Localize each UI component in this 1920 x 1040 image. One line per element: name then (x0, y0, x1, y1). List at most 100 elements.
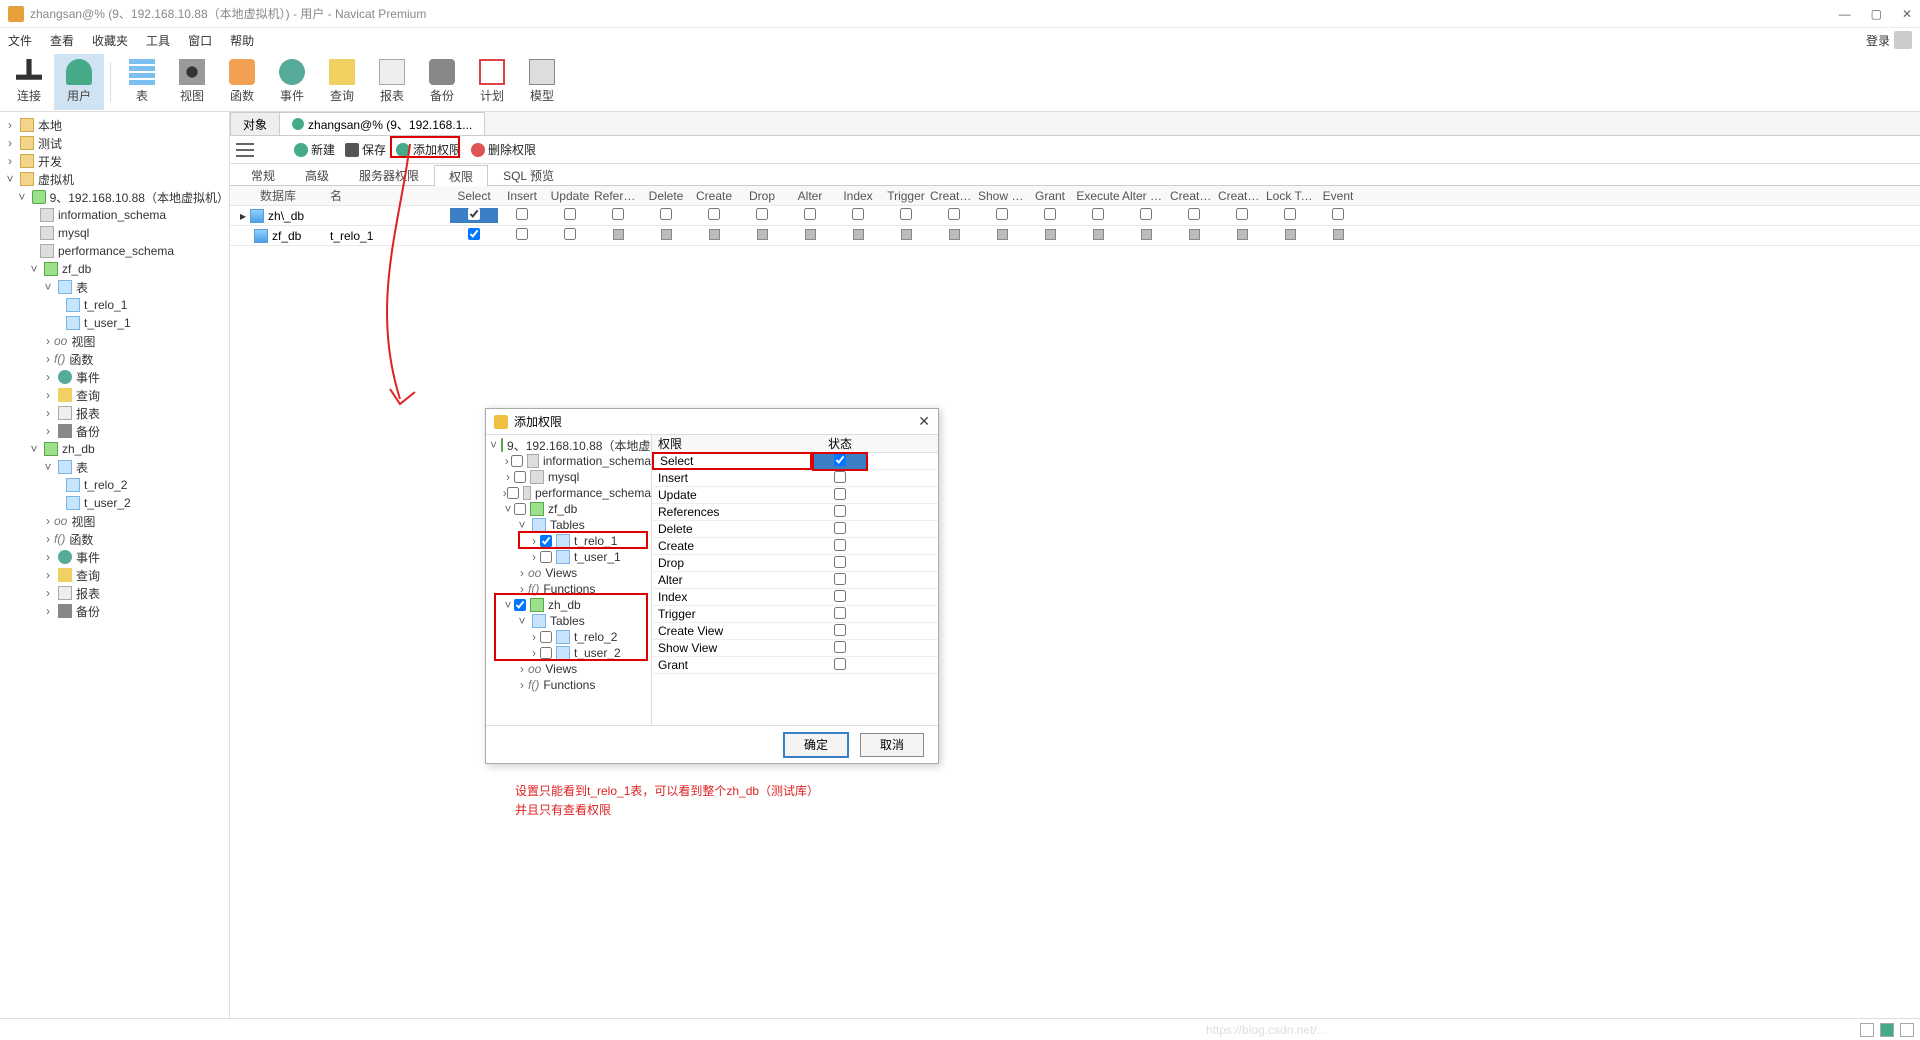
priv-checkbox[interactable] (901, 229, 912, 240)
priv-checkbox[interactable] (468, 228, 480, 240)
maximize-button[interactable]: ▢ (1871, 7, 1882, 21)
priv-checkbox[interactable] (516, 208, 528, 220)
tool-backup[interactable]: 备份 (417, 54, 467, 110)
dlg-db-check[interactable] (514, 599, 526, 611)
grid-header[interactable]: Execute (1074, 189, 1122, 203)
tree-table[interactable]: t_relo_2 (84, 478, 127, 492)
priv-checkbox[interactable] (660, 208, 672, 220)
priv-checkbox[interactable] (1188, 208, 1200, 220)
menu-file[interactable]: 文件 (8, 32, 32, 49)
tree-db[interactable]: information_schema (58, 208, 166, 222)
dlg-priv-checkbox[interactable] (834, 573, 846, 585)
avatar-icon[interactable] (1894, 31, 1912, 49)
priv-checkbox[interactable] (997, 229, 1008, 240)
dlg-priv-row[interactable]: Insert (652, 470, 938, 487)
grid-header[interactable]: Drop (738, 189, 786, 203)
priv-checkbox[interactable] (1141, 229, 1152, 240)
tab-user[interactable]: zhangsan@% (9、192.168.1... (279, 112, 485, 135)
tree-backup[interactable]: 备份 (76, 423, 100, 440)
dlg-priv-checkbox[interactable] (834, 471, 846, 483)
dlg-db-check[interactable] (507, 487, 519, 499)
dlg-tree-root[interactable]: 9、192.168.10.88（本地虚拟机） (507, 437, 652, 454)
priv-checkbox[interactable] (1189, 229, 1200, 240)
dialog-cancel-button[interactable]: 取消 (860, 733, 924, 757)
priv-checkbox[interactable] (1140, 208, 1152, 220)
tree-query[interactable]: 查询 (76, 387, 100, 404)
grid-header[interactable]: Alter Rout (1122, 189, 1170, 203)
dlg-priv-row[interactable]: Drop (652, 555, 938, 572)
priv-checkbox[interactable] (804, 208, 816, 220)
dialog-close-button[interactable]: ✕ (918, 413, 930, 430)
grid-header[interactable]: Create Ro (1170, 189, 1218, 203)
tree-vm[interactable]: 虚拟机 (38, 171, 74, 188)
priv-checkbox[interactable] (708, 208, 720, 220)
grid-row[interactable]: zf_dbt_relo_1 (230, 226, 1920, 246)
dlg-priv-row[interactable]: References (652, 504, 938, 521)
grid-header[interactable]: Reference (594, 189, 642, 203)
tree-events[interactable]: 事件 (76, 369, 100, 386)
tree-zfdb[interactable]: zf_db (62, 262, 91, 276)
hamburger-icon[interactable] (236, 143, 254, 157)
minimize-button[interactable]: — (1839, 7, 1851, 21)
tree-table[interactable]: t_user_1 (84, 316, 131, 330)
priv-checkbox[interactable] (1093, 229, 1104, 240)
menu-tools[interactable]: 工具 (146, 32, 170, 49)
priv-checkbox[interactable] (757, 229, 768, 240)
priv-checkbox[interactable] (1236, 208, 1248, 220)
dlg-priv-checkbox[interactable] (834, 454, 846, 466)
tree-views[interactable]: 视图 (71, 513, 95, 530)
grid-header[interactable]: Update (546, 189, 594, 203)
grid-header[interactable]: 名 (330, 187, 450, 204)
priv-checkbox[interactable] (564, 208, 576, 220)
tool-query[interactable]: 查询 (317, 54, 367, 110)
connection-tree[interactable]: ›本地 ›测试 ›开发 ˅虚拟机 ˅9、192.168.10.88（本地虚拟机）… (0, 112, 230, 1018)
dlg-db-check[interactable] (514, 471, 526, 483)
grid-header[interactable]: Insert (498, 189, 546, 203)
priv-checkbox[interactable] (709, 229, 720, 240)
status-icon[interactable] (1880, 1023, 1894, 1037)
grid-header[interactable]: Trigger (882, 189, 930, 203)
dlg-priv-row[interactable]: Alter (652, 572, 938, 589)
dlg-table-check[interactable] (540, 535, 552, 547)
grid-header[interactable]: Lock Tabl (1266, 189, 1314, 203)
grid-header[interactable]: 数据库 (230, 187, 330, 204)
dlg-priv-row[interactable]: Show View (652, 640, 938, 657)
menu-fav[interactable]: 收藏夹 (92, 32, 128, 49)
grid-header[interactable]: Delete (642, 189, 690, 203)
add-privilege-button[interactable]: 添加权限 (396, 141, 461, 158)
subtab-general[interactable]: 常规 (236, 164, 290, 185)
dlg-priv-row[interactable]: Create (652, 538, 938, 555)
dlg-priv-checkbox[interactable] (834, 556, 846, 568)
grid-header[interactable]: Create Tr (1218, 189, 1266, 203)
priv-checkbox[interactable] (564, 228, 576, 240)
tool-user[interactable]: 用户 (54, 54, 104, 110)
grid-row[interactable]: ▸zh\_db (230, 206, 1920, 226)
tree-query[interactable]: 查询 (76, 567, 100, 584)
tree-fn[interactable]: 函数 (69, 351, 93, 368)
menu-window[interactable]: 窗口 (188, 32, 212, 49)
dlg-db-check[interactable] (511, 455, 523, 467)
priv-checkbox[interactable] (613, 229, 624, 240)
subtab-sqlpreview[interactable]: SQL 预览 (488, 164, 569, 185)
tree-tables[interactable]: 表 (76, 279, 88, 296)
dlg-table-check[interactable] (540, 551, 552, 563)
tool-schedule[interactable]: 计划 (467, 54, 517, 110)
dialog-tree[interactable]: ˅9、192.168.10.88（本地虚拟机） ›information_sch… (486, 435, 652, 725)
status-icon[interactable] (1900, 1023, 1914, 1037)
priv-checkbox[interactable] (516, 228, 528, 240)
tool-event[interactable]: 事件 (267, 54, 317, 110)
dlg-priv-row[interactable]: Trigger (652, 606, 938, 623)
tree-table[interactable]: t_user_2 (84, 496, 131, 510)
tree-connection[interactable]: 9、192.168.10.88（本地虚拟机） (50, 189, 229, 206)
tab-object[interactable]: 对象 (230, 112, 280, 135)
grid-header[interactable]: Grant (1026, 189, 1074, 203)
grid-header[interactable]: Alter (786, 189, 834, 203)
tree-table[interactable]: t_relo_1 (84, 298, 127, 312)
tool-report[interactable]: 报表 (367, 54, 417, 110)
grid-header[interactable]: Create (690, 189, 738, 203)
dlg-priv-row[interactable]: Update (652, 487, 938, 504)
tool-connect[interactable]: 连接 (4, 54, 54, 110)
priv-checkbox[interactable] (661, 229, 672, 240)
grid-header[interactable]: Event (1314, 189, 1362, 203)
dlg-table-check[interactable] (540, 647, 552, 659)
